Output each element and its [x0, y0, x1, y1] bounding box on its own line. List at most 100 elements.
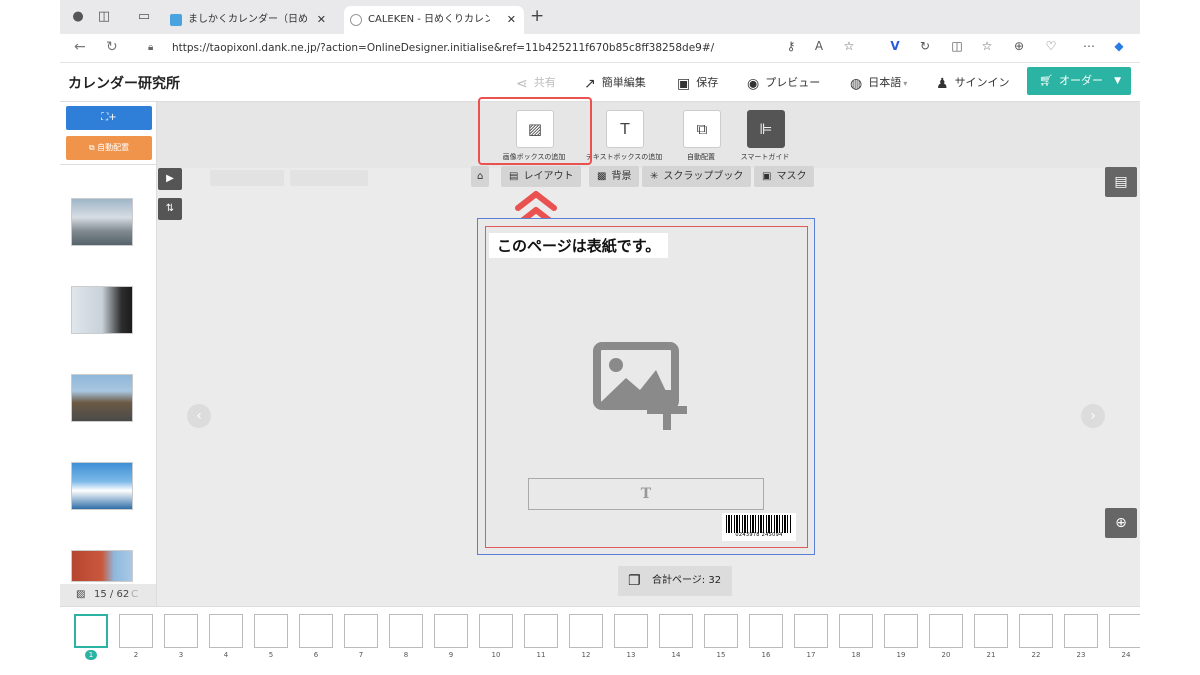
- preview-button[interactable]: ◉ プレビュー: [747, 74, 820, 92]
- share-button[interactable]: ⋖ 共有: [516, 74, 556, 92]
- library-image-thumbnail[interactable]: [71, 286, 133, 334]
- add-images-button[interactable]: ⛶+: [66, 106, 152, 130]
- copilot-icon[interactable]: ◆: [1110, 39, 1128, 53]
- page-notes-button[interactable]: ▤: [1105, 167, 1137, 197]
- back-icon[interactable]: ←: [74, 39, 86, 55]
- page-thumbnail[interactable]: [794, 614, 828, 648]
- address-bar: ← ↻ 🔒︎ https://taopixonl.dank.ne.jp/?act…: [60, 34, 1140, 63]
- language-select[interactable]: ◍ 日本語 ▾: [850, 74, 907, 92]
- profile-icon[interactable]: ●: [70, 9, 86, 25]
- zoom-in-button[interactable]: ⊕: [1105, 508, 1137, 538]
- home-tab[interactable]: ⌂: [471, 166, 490, 187]
- page-thumbnail[interactable]: [74, 614, 108, 648]
- next-page-button[interactable]: ›: [1081, 404, 1105, 428]
- page-thumbnail[interactable]: [929, 614, 963, 648]
- close-tab-icon[interactable]: ✕: [507, 6, 516, 34]
- page-thumbnail[interactable]: [524, 614, 558, 648]
- tab-scrapbook[interactable]: ✳ スクラップブック: [642, 166, 752, 187]
- edit-icon: ↗: [584, 76, 596, 92]
- new-tab-icon[interactable]: +: [530, 6, 544, 26]
- page-thumbnail[interactable]: [434, 614, 468, 648]
- page-number: 11: [536, 651, 546, 659]
- smart-guide-icon: ⊫: [747, 110, 785, 148]
- page-thumbnail[interactable]: [749, 614, 783, 648]
- page-thumbnail[interactable]: [119, 614, 153, 648]
- page-number: 5: [268, 651, 274, 659]
- page-thumbnail[interactable]: [299, 614, 333, 648]
- browser-tab-active[interactable]: CALEKEN - 日めくりカレンダーま ✕: [344, 6, 524, 34]
- pages-icon: ❐: [628, 573, 641, 589]
- page-thumbnail[interactable]: [389, 614, 423, 648]
- extension-v-icon[interactable]: V: [886, 39, 904, 53]
- collections-icon[interactable]: ⊕: [1010, 39, 1028, 53]
- easy-edit-button[interactable]: ↗ 簡単編集: [584, 74, 646, 92]
- page-thumbnail[interactable]: [1019, 614, 1053, 648]
- page-thumbnail[interactable]: [974, 614, 1008, 648]
- signin-button[interactable]: ♟ サインイン: [936, 74, 1010, 92]
- page-number: 6: [313, 651, 319, 659]
- extension-icon[interactable]: ↻: [916, 39, 934, 53]
- layout-label: レイアウト: [523, 171, 574, 182]
- auto-place-button[interactable]: ⧉ 自動配置: [66, 136, 152, 160]
- save-label: 保存: [696, 76, 719, 89]
- home-icon: ⌂: [477, 171, 484, 182]
- barcode-number: 0243978 245094: [735, 532, 783, 538]
- save-button[interactable]: ▣ 保存: [677, 74, 718, 92]
- browser-tab[interactable]: ましかくカレンダー（日めくり）・ ✕: [164, 6, 334, 34]
- workspaces-icon[interactable]: ◫: [96, 9, 112, 25]
- page-thumbnail[interactable]: [164, 614, 198, 648]
- page-number: 18: [851, 651, 861, 659]
- page-thumbnail[interactable]: [704, 614, 738, 648]
- page-thumbnail[interactable]: [1064, 614, 1098, 648]
- favorites-icon[interactable]: ☆: [978, 39, 996, 53]
- library-image-thumbnail[interactable]: [71, 550, 133, 582]
- refresh-icon[interactable]: C: [131, 584, 138, 606]
- chevron-down-icon: ▼: [1114, 76, 1121, 86]
- library-image-thumbnail[interactable]: [71, 462, 133, 510]
- page-thumbnail[interactable]: [479, 614, 513, 648]
- key-icon[interactable]: ⚷: [782, 39, 800, 53]
- preview-label: プレビュー: [765, 76, 821, 89]
- close-tab-icon[interactable]: ✕: [317, 6, 326, 34]
- tab-mask[interactable]: ▣ マスク: [754, 166, 815, 187]
- image-icon: ▨: [76, 589, 86, 600]
- sort-button[interactable]: ⇅: [158, 198, 182, 220]
- smart-guide-tool[interactable]: ⊫ スマートガイド: [720, 108, 810, 168]
- page-thumbnail[interactable]: [569, 614, 603, 648]
- tab-background[interactable]: ▩ 背景: [589, 166, 640, 187]
- page-thumbnail[interactable]: [209, 614, 243, 648]
- text-box-placeholder[interactable]: T: [528, 478, 764, 510]
- previous-page-button[interactable]: ‹: [187, 404, 211, 428]
- more-icon[interactable]: ⋯: [1080, 39, 1098, 53]
- reload-icon[interactable]: ↻: [106, 39, 118, 55]
- browser-essentials-icon[interactable]: ♡: [1042, 39, 1060, 53]
- page-thumbnail[interactable]: [659, 614, 693, 648]
- tab-layout[interactable]: ▤ レイアウト: [501, 166, 582, 187]
- globe-icon: ◍: [850, 76, 863, 92]
- page-thumbnail[interactable]: [839, 614, 873, 648]
- split-screen-icon[interactable]: ◫: [948, 39, 966, 53]
- library-image-thumbnail[interactable]: [71, 374, 133, 422]
- page-thumbnail[interactable]: [1109, 614, 1140, 648]
- expand-panel-button[interactable]: ▶: [158, 168, 182, 190]
- page-thumbnail[interactable]: [614, 614, 648, 648]
- page-thumbnail[interactable]: [884, 614, 918, 648]
- favorite-icon[interactable]: ☆: [840, 39, 858, 53]
- order-button[interactable]: 🛒︎ オーダー ▼: [1027, 67, 1131, 95]
- site-logo[interactable]: カレンダー研究所: [68, 73, 180, 93]
- tab-actions-icon[interactable]: ▭: [136, 9, 152, 25]
- url-field[interactable]: 🔒︎ https://taopixonl.dank.ne.jp/?action=…: [138, 37, 846, 59]
- add-text-box-icon: T: [606, 110, 644, 148]
- browser-tab-bar: ● ◫ ▭ ましかくカレンダー（日めくり）・ ✕ CALEKEN - 日めくりカ…: [60, 0, 1140, 34]
- read-aloud-icon[interactable]: A: [810, 39, 828, 53]
- image-counter: ▨ 15 / 62 C: [60, 584, 156, 606]
- share-icon: ⋖: [516, 76, 528, 92]
- page-thumbnail[interactable]: [254, 614, 288, 648]
- image-library-panel: ⛶+ ⧉ 自動配置 ▨ 15 / 62 C: [60, 102, 157, 606]
- auto-place-icon: ⧉: [88, 143, 98, 152]
- page-thumbnail[interactable]: [344, 614, 378, 648]
- background-icon: ▩: [597, 171, 607, 182]
- image-placeholder-icon[interactable]: [590, 340, 700, 436]
- library-image-thumbnail[interactable]: [71, 198, 133, 246]
- lock-icon: 🔒︎: [148, 42, 154, 53]
